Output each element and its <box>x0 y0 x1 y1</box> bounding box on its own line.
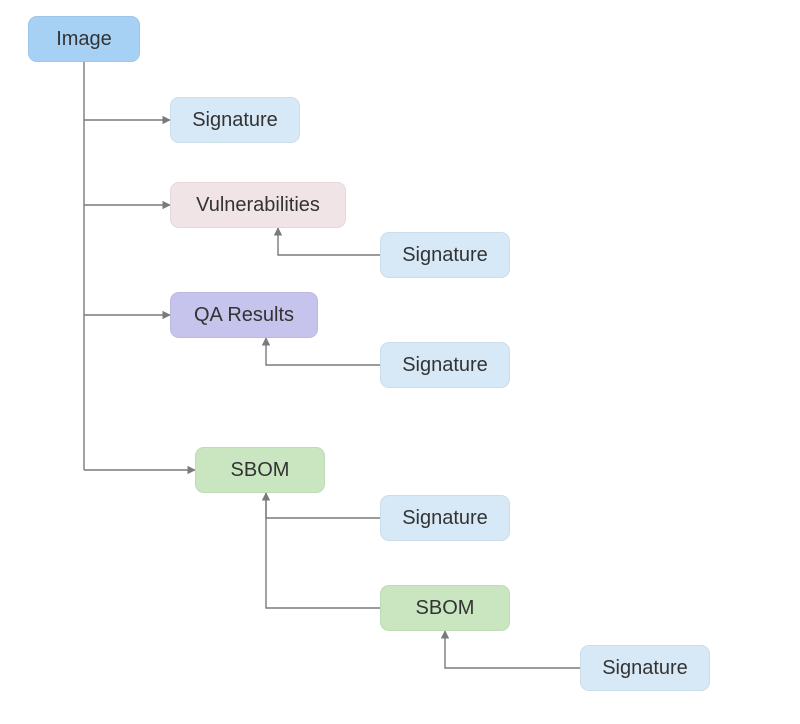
signature-node-3: Signature <box>380 342 510 388</box>
image-node: Image <box>28 16 140 62</box>
signature-node-4: Signature <box>380 495 510 541</box>
signature-node-2: Signature <box>380 232 510 278</box>
signature-node-5: Signature <box>580 645 710 691</box>
sbom-node-1: SBOM <box>195 447 325 493</box>
signature-node-1: Signature <box>170 97 300 143</box>
vulnerabilities-node: Vulnerabilities <box>170 182 346 228</box>
qa-results-node: QA Results <box>170 292 318 338</box>
sbom-node-2: SBOM <box>380 585 510 631</box>
